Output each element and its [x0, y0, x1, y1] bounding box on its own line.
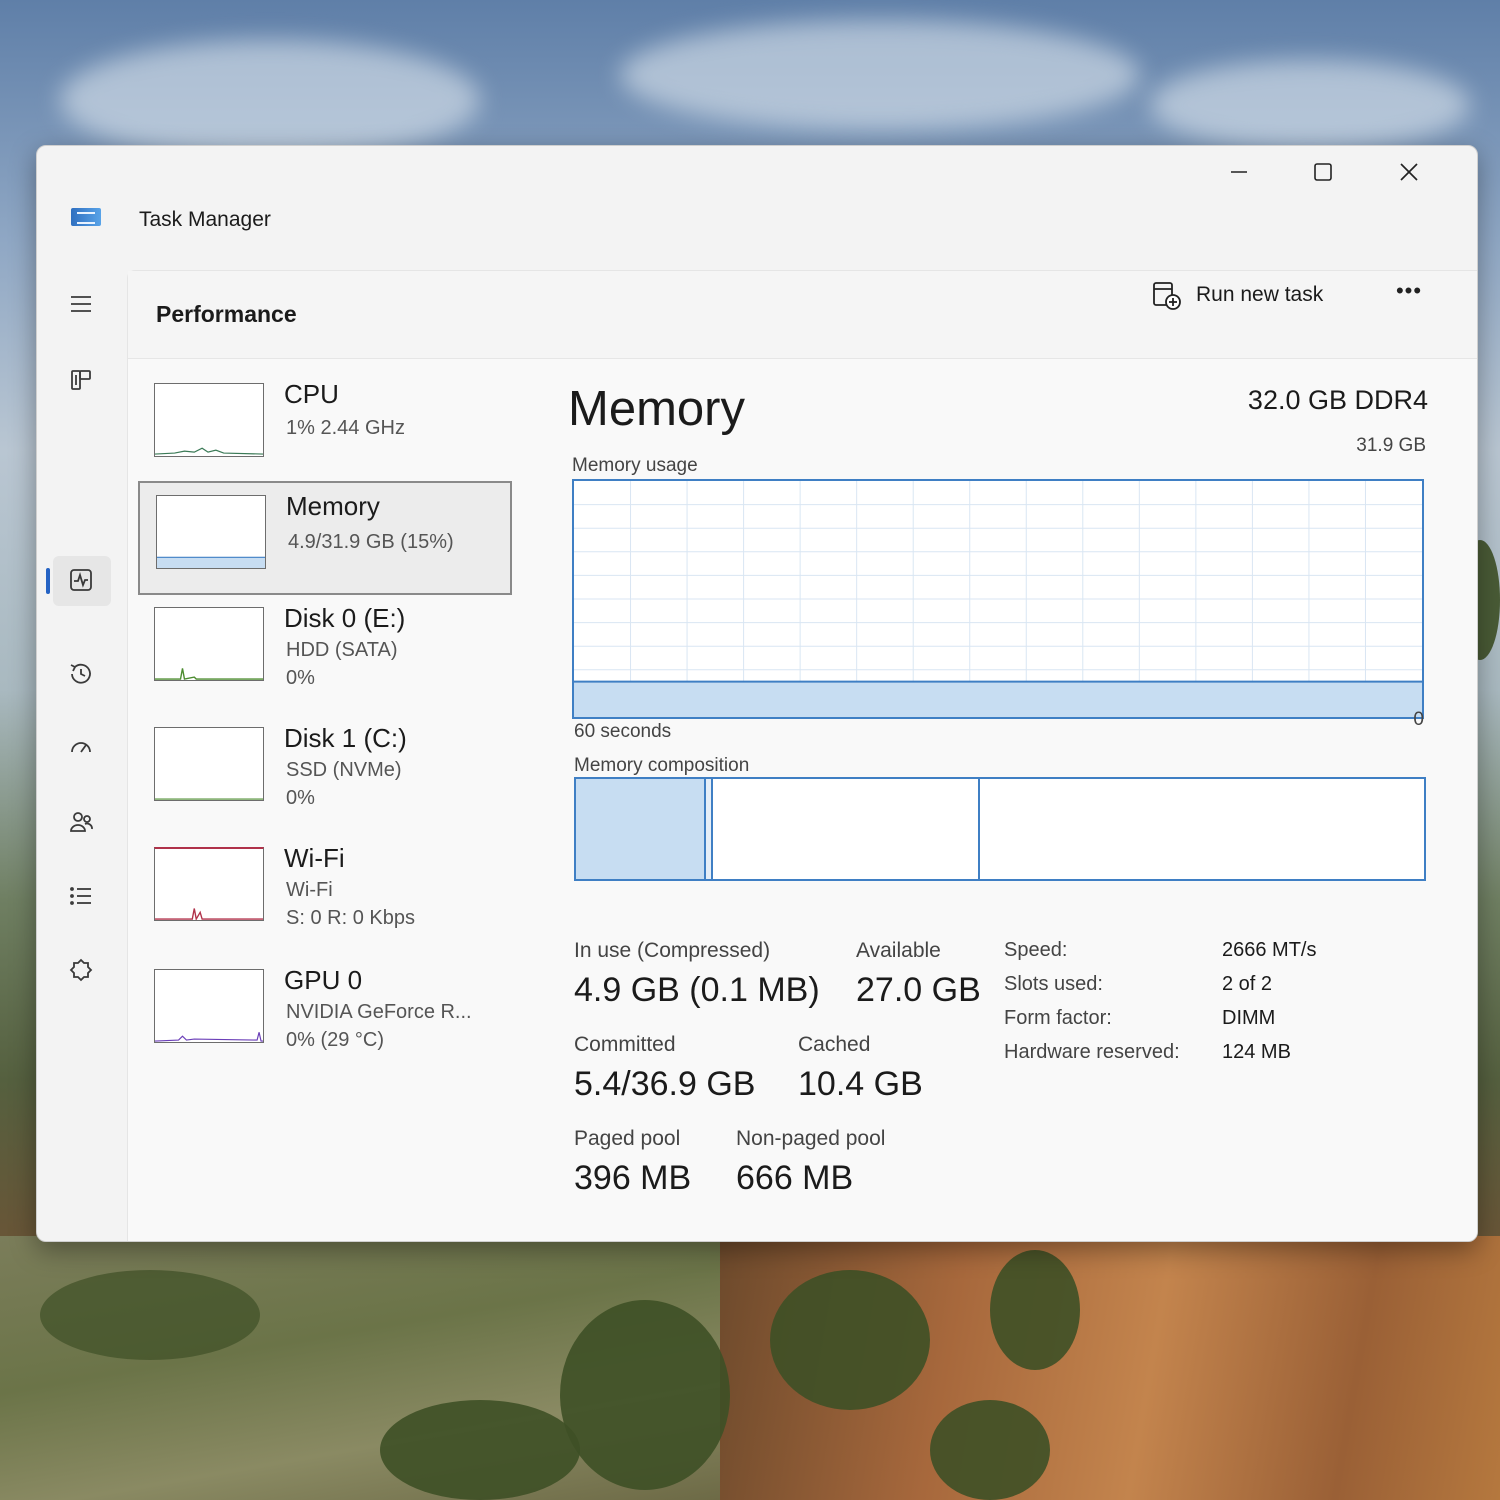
nav-startup-apps[interactable]	[61, 728, 101, 768]
device-name: Disk 1 (C:)	[284, 723, 407, 753]
nav-app-history[interactable]	[61, 654, 101, 694]
task-manager-app-icon	[71, 208, 101, 226]
cached-label: Cached	[798, 1033, 871, 1056]
slots-used-key: Slots used:	[1004, 973, 1103, 995]
non-paged-pool-value: 666 MB	[736, 1159, 854, 1197]
page-header: Performance Run new task •••	[128, 271, 1477, 359]
hardware-reserved-value: 124 MB	[1222, 1041, 1291, 1063]
committed-value: 5.4/36.9 GB	[574, 1065, 756, 1103]
device-wifi[interactable]: Wi-Fi Wi-Fi S: 0 R: 0 Kbps	[138, 835, 512, 949]
memory-usage-label: Memory usage	[572, 455, 698, 476]
device-name: Memory	[286, 491, 380, 521]
memory-composition-bar	[574, 777, 1426, 881]
resource-title: Memory	[568, 382, 745, 436]
memory-thumbnail-graph	[156, 495, 266, 569]
maximize-button[interactable]	[1293, 152, 1353, 192]
device-detail: 1% 2.44 GHz	[286, 417, 405, 439]
device-name: CPU	[284, 379, 339, 409]
memory-detail-panel: Memory 32.0 GB DDR4 Memory usage 31.9 GB…	[568, 359, 1448, 1241]
paged-pool-label: Paged pool	[574, 1127, 681, 1150]
speed-key: Speed:	[1004, 939, 1068, 961]
device-detail: NVIDIA GeForce R...	[286, 1001, 472, 1023]
nav-users[interactable]	[61, 802, 101, 842]
available-label: Available	[856, 939, 941, 962]
device-usage: S: 0 R: 0 Kbps	[286, 907, 415, 929]
cpu-thumbnail-graph	[154, 383, 264, 457]
time-span-label: 60 seconds	[574, 721, 672, 742]
nav-details[interactable]	[61, 876, 101, 916]
slots-used-value: 2 of 2	[1222, 973, 1273, 995]
device-usage: 0%	[286, 667, 315, 689]
memory-usage-max: 31.9 GB	[1356, 435, 1426, 456]
page-title: Performance	[156, 301, 297, 327]
disk1-thumbnail-graph	[154, 727, 264, 801]
window-title: Task Manager	[139, 208, 271, 231]
run-new-task-icon	[1153, 282, 1181, 310]
committed-label: Committed	[574, 1033, 676, 1056]
hamburger-menu-button[interactable]	[61, 284, 101, 324]
in-use-label: In use (Compressed)	[574, 939, 771, 962]
minimize-button[interactable]	[1209, 152, 1269, 192]
device-cpu[interactable]: CPU 1% 2.44 GHz	[138, 371, 512, 485]
memory-spec: 32.0 GB DDR4	[1247, 385, 1428, 415]
paged-pool-value: 396 MB	[574, 1159, 692, 1197]
device-name: GPU 0	[284, 965, 363, 995]
startup-apps-icon	[71, 742, 91, 753]
run-new-task-label: Run new task	[1196, 283, 1324, 306]
form-factor-key: Form factor:	[1004, 1007, 1112, 1029]
memory-usage-fill	[574, 681, 1422, 717]
device-detail: Wi-Fi	[286, 879, 333, 901]
nav-performance[interactable]	[61, 560, 101, 600]
available-value: 27.0 GB	[856, 971, 981, 1009]
details-icon	[70, 887, 91, 905]
in-use-value: 4.9 GB (0.1 MB)	[574, 971, 820, 1009]
device-detail: HDD (SATA)	[286, 639, 398, 661]
hardware-reserved-key: Hardware reserved:	[1004, 1041, 1180, 1063]
close-button[interactable]	[1379, 152, 1439, 192]
composition-modified-segment	[705, 779, 714, 879]
device-detail: SSD (NVMe)	[286, 759, 402, 781]
device-disk-0[interactable]: Disk 0 (E:) HDD (SATA) 0%	[138, 595, 512, 709]
gpu-thumbnail-graph	[154, 969, 264, 1043]
hamburger-icon	[71, 296, 91, 312]
device-list: CPU 1% 2.44 GHz Memory 4.9/31.9 GB (15%)…	[128, 359, 528, 1241]
title-bar[interactable]: Task Manager	[37, 146, 1477, 256]
form-factor-value: DIMM	[1222, 1007, 1276, 1029]
device-usage: 0% (29 °C)	[286, 1029, 385, 1051]
memory-composition-label: Memory composition	[574, 755, 750, 776]
app-history-icon	[70, 663, 91, 684]
navigation-rail	[37, 266, 125, 1241]
composition-free-segment	[979, 779, 1424, 879]
non-paged-pool-label: Non-paged pool	[736, 1127, 886, 1150]
device-gpu-0[interactable]: GPU 0 NVIDIA GeForce R... 0% (29 °C)	[138, 957, 512, 1071]
device-name: Wi-Fi	[284, 843, 345, 873]
wifi-thumbnail-graph	[154, 847, 264, 921]
task-manager-window: Task Manager Performance Run new task ••…	[36, 145, 1478, 1242]
nav-active-indicator	[46, 568, 50, 594]
users-icon	[70, 812, 93, 832]
minimize-icon	[1231, 171, 1247, 173]
services-icon	[69, 958, 93, 982]
speed-value: 2666 MT/s	[1222, 939, 1317, 961]
maximize-icon	[1314, 163, 1332, 181]
close-icon	[1400, 163, 1418, 181]
device-memory[interactable]: Memory 4.9/31.9 GB (15%)	[138, 481, 512, 595]
device-detail: 4.9/31.9 GB (15%)	[288, 531, 454, 553]
device-usage: 0%	[286, 787, 315, 809]
more-options-button[interactable]: •••	[1384, 271, 1434, 311]
memory-usage-graph	[572, 479, 1424, 719]
content-pane: Performance Run new task ••• CPU 1% 2.44…	[127, 270, 1477, 1241]
run-new-task-button[interactable]: Run new task	[1150, 275, 1323, 315]
axis-zero-label: 0	[1413, 709, 1424, 730]
disk0-thumbnail-graph	[154, 607, 264, 681]
composition-in-use-segment	[576, 779, 706, 879]
composition-standby-segment	[713, 779, 980, 879]
device-disk-1[interactable]: Disk 1 (C:) SSD (NVMe) 0%	[138, 715, 512, 829]
nav-processes[interactable]	[61, 360, 101, 400]
performance-icon	[70, 569, 92, 591]
processes-icon	[71, 370, 91, 390]
device-name: Disk 0 (E:)	[284, 603, 406, 633]
cached-value: 10.4 GB	[798, 1065, 923, 1103]
nav-services[interactable]	[61, 950, 101, 990]
